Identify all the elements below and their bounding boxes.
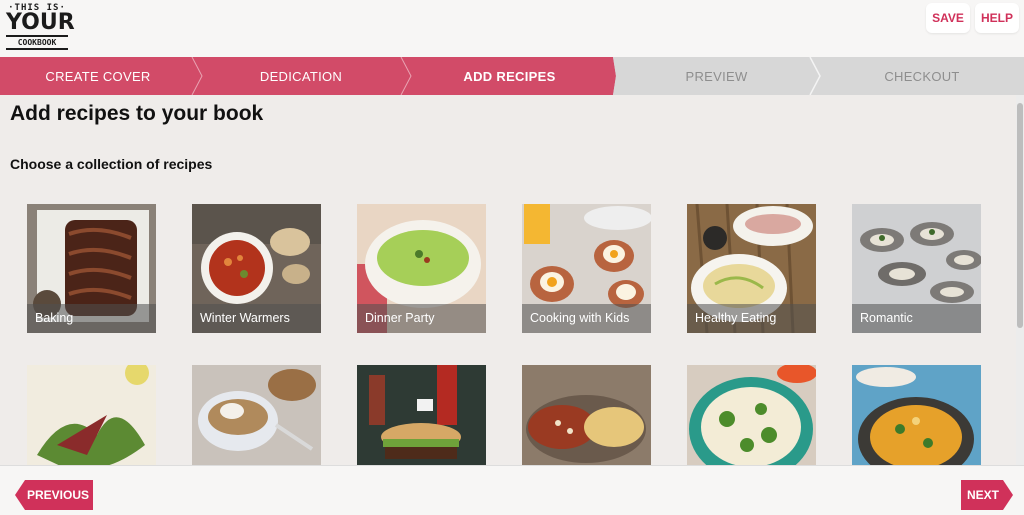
collection-card[interactable]: [27, 365, 156, 465]
collection-card[interactable]: [522, 365, 651, 465]
step-separator-icon: [809, 57, 821, 95]
logo-line-3: COOKBOOK: [6, 35, 68, 50]
pasta-image: [687, 365, 816, 465]
tagine-image: [522, 365, 651, 465]
burger-image: [357, 365, 486, 465]
step-label: CHECKOUT: [884, 68, 960, 84]
step-add-recipes[interactable]: ADD RECIPES: [406, 57, 613, 95]
content-scrollbar[interactable]: [1016, 95, 1024, 465]
collection-card[interactable]: [687, 365, 816, 465]
help-button[interactable]: HELP: [975, 3, 1019, 33]
collection-label: Healthy Eating: [687, 304, 816, 333]
cookbook-logo[interactable]: ·THIS IS· YOUR COOKBOOK: [6, 3, 75, 50]
step-separator-icon: [400, 57, 412, 95]
progress-steps: CREATE COVER DEDICATION ADD RECIPES PREV…: [0, 57, 1024, 95]
collection-card[interactable]: [852, 365, 981, 465]
next-button[interactable]: NEXT: [961, 480, 1013, 510]
collection-label: Cooking with Kids: [522, 304, 651, 333]
collection-label: Baking: [27, 304, 156, 333]
collection-card[interactable]: [357, 365, 486, 465]
collection-card[interactable]: [192, 365, 321, 465]
step-preview[interactable]: PREVIEW: [613, 57, 820, 95]
previous-label: PREVIOUS: [26, 488, 89, 502]
main-content: Add recipes to your book Choose a collec…: [0, 95, 1016, 465]
page-title: Add recipes to your book: [10, 102, 264, 125]
collection-label: Romantic: [852, 304, 981, 333]
collection-card-healthy-eating[interactable]: Healthy Eating: [687, 204, 816, 333]
section-subtitle: Choose a collection of recipes: [10, 156, 213, 172]
step-create-cover[interactable]: CREATE COVER: [0, 57, 196, 95]
curry-image: [852, 365, 981, 465]
step-separator-icon: [191, 57, 203, 95]
save-button[interactable]: SAVE: [926, 3, 970, 33]
step-label: DEDICATION: [259, 68, 343, 84]
step-checkout[interactable]: CHECKOUT: [820, 57, 1024, 95]
collection-card-baking[interactable]: Baking: [27, 204, 156, 333]
next-label: NEXT: [966, 488, 999, 502]
collection-card-cooking-with-kids[interactable]: Cooking with Kids: [522, 204, 651, 333]
salad-image: [27, 365, 156, 465]
collection-card-dinner-party[interactable]: Dinner Party: [357, 204, 486, 333]
collection-label: Winter Warmers: [192, 304, 321, 333]
previous-button[interactable]: PREVIOUS: [15, 480, 93, 510]
step-label: PREVIEW: [685, 68, 748, 84]
collection-label: Dinner Party: [357, 304, 486, 333]
step-label: CREATE COVER: [45, 68, 151, 84]
bottom-navigation: PREVIOUS NEXT: [0, 465, 1024, 515]
granola-image: [192, 365, 321, 465]
collection-card-romantic[interactable]: Romantic: [852, 204, 981, 333]
logo-line-2: YOUR: [6, 10, 75, 35]
step-label: ADD RECIPES: [463, 68, 556, 84]
scrollbar-thumb[interactable]: [1017, 103, 1023, 328]
collection-card-winter-warmers[interactable]: Winter Warmers: [192, 204, 321, 333]
top-bar: ·THIS IS· YOUR COOKBOOK SAVE HELP: [0, 0, 1024, 57]
active-step-arrow-icon: [600, 57, 616, 95]
step-dedication[interactable]: DEDICATION: [196, 57, 406, 95]
